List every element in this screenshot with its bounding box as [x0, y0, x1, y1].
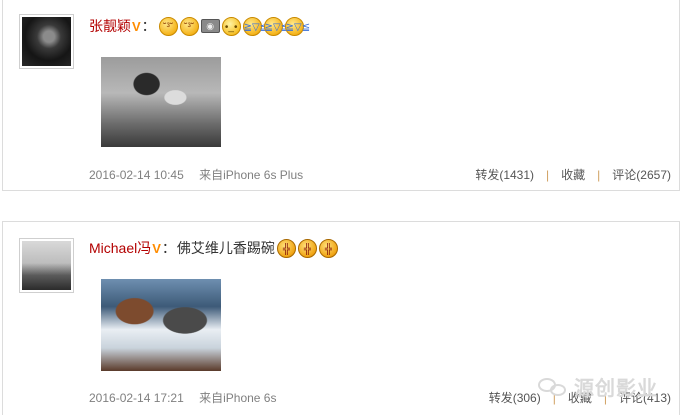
- avatar-image: [22, 17, 71, 66]
- avatar[interactable]: [19, 14, 74, 69]
- wechat-icon: [538, 376, 568, 398]
- angry-emoticon-icon: ╬: [297, 238, 317, 258]
- kiss-emoticon-icon: ˘³˘: [179, 16, 199, 36]
- source-label[interactable]: 来自iPhone 6s: [199, 391, 276, 405]
- avatar[interactable]: [19, 238, 74, 293]
- source-label[interactable]: 来自iPhone 6s Plus: [199, 168, 303, 182]
- post-photo-thumbnail[interactable]: [101, 279, 221, 371]
- post-header: 张靓颖 V ： ˘³˘ ˘³˘ ◉ •_• ≧▽≦ ≧▽≦ ≧▽≦: [89, 14, 310, 38]
- repost-button[interactable]: 转发(306): [489, 389, 541, 406]
- colon: ：: [141, 18, 156, 34]
- kiss-emoticon-icon: ˘³˘: [158, 16, 178, 36]
- verified-badge-icon: V: [152, 240, 161, 256]
- post-meta: 2016-02-14 10:45 来自iPhone 6s Plus: [89, 166, 303, 183]
- avatar-image: [22, 241, 71, 290]
- post-actions: 转发(1431) | 收藏 | 评论(2657): [475, 166, 671, 183]
- separator: |: [546, 167, 550, 182]
- verified-badge-icon: V: [132, 18, 141, 34]
- post-meta: 2016-02-14 17:21 来自iPhone 6s: [89, 389, 276, 406]
- laugh-cry-emoticon-icon: ≧▽≦: [242, 16, 268, 36]
- repost-button[interactable]: 转发(1431): [475, 166, 534, 183]
- watermark: 源创影业: [538, 372, 658, 401]
- angry-emoticon-icon: ╬: [276, 238, 296, 258]
- camera-emoticon-icon: ◉: [200, 19, 220, 33]
- timestamp-link[interactable]: 2016-02-14 17:21: [89, 391, 184, 405]
- colon: ：: [161, 240, 176, 256]
- username-link[interactable]: Michael冯: [89, 238, 151, 258]
- post-photo-thumbnail[interactable]: [101, 57, 221, 147]
- post-header: Michael冯 V ： 佛艾维儿香踢碗 ╬ ╬ ╬: [89, 236, 338, 260]
- comment-button[interactable]: 评论(2657): [612, 166, 671, 183]
- timestamp-link[interactable]: 2016-02-14 10:45: [89, 168, 184, 182]
- watermark-text: 源创影业: [574, 378, 658, 400]
- separator: |: [597, 167, 601, 182]
- post-text: 佛艾维儿香踢碗: [176, 240, 275, 256]
- favorite-button[interactable]: 收藏: [561, 166, 585, 183]
- username-link[interactable]: 张靓颖: [89, 16, 131, 36]
- meh-emoticon-icon: •_•: [221, 16, 241, 36]
- laugh-cry-emoticon-icon: ≧▽≦: [263, 16, 289, 36]
- weibo-post-1: 张靓颖 V ： ˘³˘ ˘³˘ ◉ •_• ≧▽≦ ≧▽≦ ≧▽≦ 2016-0…: [2, 0, 680, 191]
- laugh-cry-emoticon-icon: ≧▽≦: [284, 16, 310, 36]
- angry-emoticon-icon: ╬: [318, 238, 338, 258]
